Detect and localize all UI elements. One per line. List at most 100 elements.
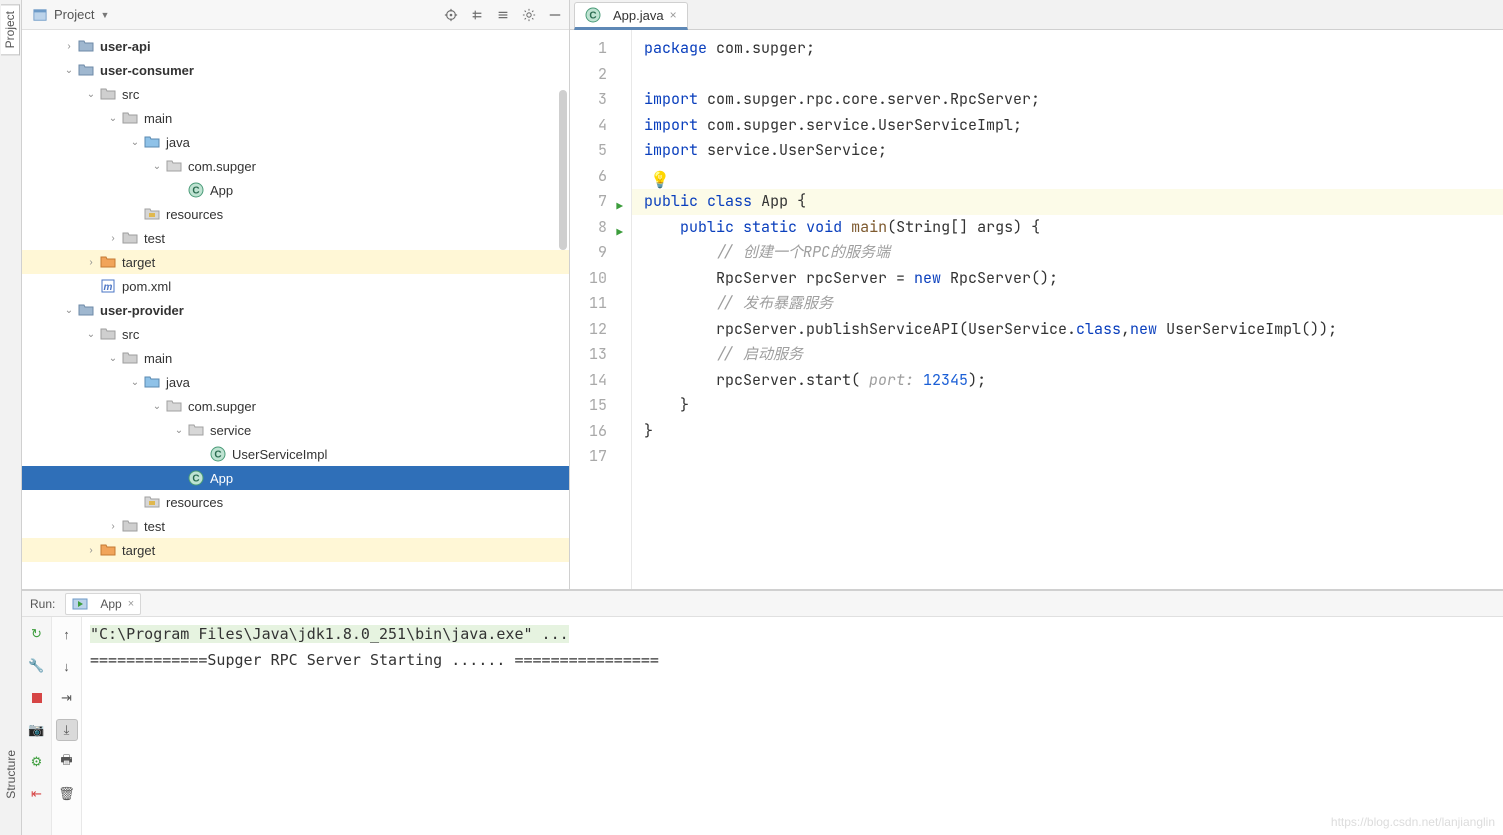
gutter-line[interactable]: 9 <box>570 240 625 266</box>
editor-body[interactable]: 1234567▶8▶91011121314151617 💡 package co… <box>570 30 1503 589</box>
tree-row[interactable]: ⌄java <box>22 370 569 394</box>
tree-row[interactable]: ⌄main <box>22 106 569 130</box>
soft-wrap-icon[interactable]: ⇥ <box>56 687 78 709</box>
gutter-line[interactable]: 14 <box>570 368 625 394</box>
editor-tab-app[interactable]: C App.java × <box>574 2 688 30</box>
camera-icon[interactable]: 📷 <box>26 719 48 741</box>
code-line[interactable]: // 发布暴露服务 <box>644 291 1503 317</box>
tree-row[interactable]: ›test <box>22 226 569 250</box>
code-line[interactable] <box>644 444 1503 470</box>
gutter-line[interactable]: 10 <box>570 266 625 292</box>
chevron-down-icon[interactable]: ⌄ <box>106 353 120 364</box>
tree-row[interactable]: ⌄com.supger <box>22 394 569 418</box>
gutter-line[interactable]: 15 <box>570 393 625 419</box>
chevron-right-icon[interactable]: › <box>106 233 120 244</box>
code-line[interactable]: package com.supger; <box>644 36 1503 62</box>
code-line[interactable] <box>644 164 1503 190</box>
expand-all-icon[interactable] <box>469 7 485 23</box>
tree-row[interactable]: resources <box>22 490 569 514</box>
project-tree[interactable]: ›user-api⌄user-consumer⌄src⌄main⌄java⌄co… <box>22 30 569 589</box>
scrollbar-thumb[interactable] <box>559 90 567 250</box>
chevron-down-icon[interactable]: ⌄ <box>150 161 164 172</box>
tree-row[interactable]: ›test <box>22 514 569 538</box>
gutter-line[interactable]: 12 <box>570 317 625 343</box>
collapse-all-icon[interactable] <box>495 7 511 23</box>
gutter-line[interactable]: 16 <box>570 419 625 445</box>
chevron-down-icon[interactable]: ⌄ <box>150 401 164 412</box>
gutter-line[interactable]: 17 <box>570 444 625 470</box>
editor-gutter[interactable]: 1234567▶8▶91011121314151617 <box>570 30 632 589</box>
chevron-right-icon[interactable]: › <box>84 257 98 268</box>
gutter-line[interactable]: 13 <box>570 342 625 368</box>
tree-row[interactable]: ⌄user-provider <box>22 298 569 322</box>
chevron-right-icon[interactable]: › <box>62 41 76 52</box>
chevron-down-icon[interactable]: ⌄ <box>172 425 186 436</box>
wrench-icon[interactable]: 🔧 <box>26 655 48 677</box>
run-console[interactable]: "C:\Program Files\Java\jdk1.8.0_251\bin\… <box>82 617 1503 835</box>
chevron-down-icon[interactable]: ▼ <box>100 10 109 20</box>
scroll-to-end-icon[interactable]: ⤓ <box>56 719 78 741</box>
tree-row[interactable]: ⌄src <box>22 322 569 346</box>
gutter-line[interactable]: 7▶ <box>570 189 625 215</box>
chevron-down-icon[interactable]: ⌄ <box>84 89 98 100</box>
close-icon[interactable]: × <box>670 8 677 22</box>
tree-row[interactable]: ⌄main <box>22 346 569 370</box>
tree-row[interactable]: ›target <box>22 250 569 274</box>
gutter-line[interactable]: 6 <box>570 164 625 190</box>
code-line[interactable] <box>644 62 1503 88</box>
code-line[interactable]: } <box>644 419 1503 445</box>
chevron-down-icon[interactable]: ⌄ <box>84 329 98 340</box>
tree-row[interactable]: ⌄user-consumer <box>22 58 569 82</box>
code-line[interactable]: import service.UserService; <box>644 138 1503 164</box>
gutter-line[interactable]: 5 <box>570 138 625 164</box>
chevron-down-icon[interactable]: ⌄ <box>62 305 76 316</box>
rail-tab-project[interactable]: Project <box>1 4 20 55</box>
tree-row[interactable]: ›target <box>22 538 569 562</box>
code-line[interactable]: rpcServer.publishServiceAPI(UserService.… <box>644 317 1503 343</box>
tree-row[interactable]: CApp <box>22 178 569 202</box>
code-line[interactable]: } <box>644 393 1503 419</box>
chevron-right-icon[interactable]: › <box>84 545 98 556</box>
locate-icon[interactable] <box>443 7 459 23</box>
code-line[interactable]: public class App { <box>632 189 1503 215</box>
tree-row[interactable]: mpom.xml <box>22 274 569 298</box>
tree-row[interactable]: resources <box>22 202 569 226</box>
tree-row[interactable]: ⌄java <box>22 130 569 154</box>
rail-tab-structure[interactable]: Structure <box>2 744 20 805</box>
gutter-line[interactable]: 1 <box>570 36 625 62</box>
gutter-line[interactable]: 11 <box>570 291 625 317</box>
intention-bulb-icon[interactable]: 💡 <box>650 167 670 193</box>
print-icon[interactable]: 🖶 <box>56 751 78 773</box>
stop-button[interactable] <box>26 687 48 709</box>
chevron-down-icon[interactable]: ⌄ <box>128 377 142 388</box>
code-line[interactable]: import com.supger.rpc.core.server.RpcSer… <box>644 87 1503 113</box>
code-line[interactable]: import com.supger.service.UserServiceImp… <box>644 113 1503 139</box>
gutter-line[interactable]: 2 <box>570 62 625 88</box>
chevron-down-icon[interactable]: ⌄ <box>62 65 76 76</box>
code-line[interactable]: // 创建一个RPC的服务端 <box>644 240 1503 266</box>
rerun-button[interactable]: ↻ <box>26 623 48 645</box>
up-icon[interactable]: ↑ <box>56 623 78 645</box>
rerun-failed-icon[interactable]: ⚙ <box>26 751 48 773</box>
code-line[interactable]: public static void main(String[] args) { <box>644 215 1503 241</box>
code-line[interactable]: RpcServer rpcServer = new RpcServer(); <box>644 266 1503 292</box>
tree-row[interactable]: ⌄service <box>22 418 569 442</box>
code-line[interactable]: // 启动服务 <box>644 342 1503 368</box>
editor-code[interactable]: 💡 package com.supger; import com.supger.r… <box>632 30 1503 589</box>
down-icon[interactable]: ↓ <box>56 655 78 677</box>
gutter-line[interactable]: 8▶ <box>570 215 625 241</box>
chevron-down-icon[interactable]: ⌄ <box>106 113 120 124</box>
chevron-down-icon[interactable]: ⌄ <box>128 137 142 148</box>
hide-icon[interactable] <box>547 7 563 23</box>
trash-icon[interactable]: 🗑 <box>56 783 78 805</box>
exit-icon[interactable]: ⇤ <box>26 783 48 805</box>
gutter-line[interactable]: 4 <box>570 113 625 139</box>
chevron-right-icon[interactable]: › <box>106 521 120 532</box>
tree-row[interactable]: CApp <box>22 466 569 490</box>
code-line[interactable]: rpcServer.start( port: 12345); <box>644 368 1503 394</box>
gear-icon[interactable] <box>521 7 537 23</box>
tree-row[interactable]: ›user-api <box>22 34 569 58</box>
tree-row[interactable]: CUserServiceImpl <box>22 442 569 466</box>
gutter-line[interactable]: 3 <box>570 87 625 113</box>
tree-row[interactable]: ⌄src <box>22 82 569 106</box>
